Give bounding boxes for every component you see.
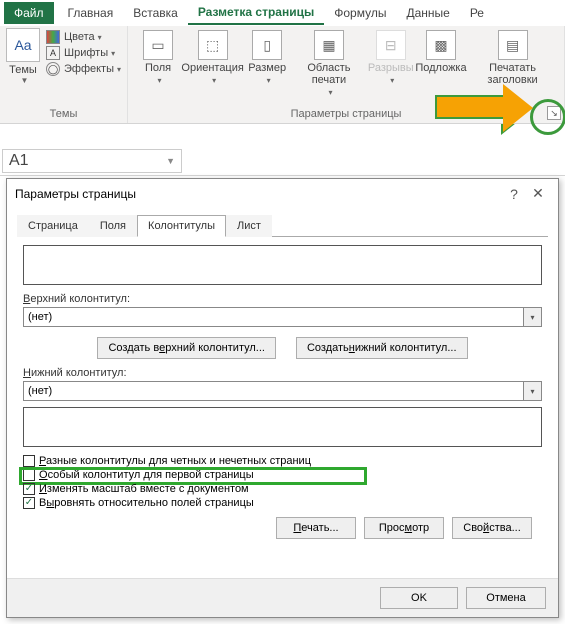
top-header-combo[interactable]: (нет) ▾ xyxy=(23,307,542,327)
tab-sheet[interactable]: Лист xyxy=(226,215,272,237)
ribbon: Aa Темы ▼ Цвета ▾ A Шрифты ▾ ◯ Эффекты xyxy=(0,26,565,124)
tab-header-footer[interactable]: Колонтитулы xyxy=(137,215,226,237)
themes-label: Темы xyxy=(9,64,37,76)
margins-button[interactable]: ▭ Поля ▾ xyxy=(134,28,182,88)
print-area-label: Область печати xyxy=(307,62,350,86)
background-icon: ▩ xyxy=(426,30,456,60)
chevron-down-icon: ▾ xyxy=(111,49,115,58)
properties-button[interactable]: Свойства... xyxy=(452,517,532,539)
chevron-down-icon: ▼ xyxy=(21,76,29,85)
chk-align-margins[interactable]: Выровнять относительно полей страницы xyxy=(23,497,542,509)
checkbox-icon xyxy=(23,497,35,509)
ribbon-tabs: Файл Главная Вставка Разметка страницы Ф… xyxy=(0,0,565,26)
chevron-down-icon: ▼ xyxy=(166,156,175,166)
chk-diff-first-page[interactable]: Особый колонтитул для первой страницы xyxy=(23,469,542,481)
chevron-down-icon: ▾ xyxy=(267,76,271,85)
print-area-button[interactable]: ▦ Область печати ▾ xyxy=(291,28,367,100)
group-themes: Aa Темы ▼ Цвета ▾ A Шрифты ▾ ◯ Эффекты xyxy=(0,26,128,123)
header-preview xyxy=(23,245,542,285)
dialog-titlebar: Параметры страницы ? ✕ xyxy=(7,179,558,208)
tab-file[interactable]: Файл xyxy=(4,2,54,24)
create-top-header-button[interactable]: Создать верхний колонтитул... xyxy=(97,337,275,359)
group-page-setup-label: Параметры страницы xyxy=(134,108,558,123)
effects-icon: ◯ xyxy=(46,62,60,76)
print-titles-icon: ▤ xyxy=(498,30,528,60)
fonts-label: Шрифты xyxy=(64,47,108,59)
breaks-button[interactable]: ⊟ Разрывы ▾ xyxy=(367,28,415,88)
orientation-label: Ориентация xyxy=(181,62,243,74)
dialog-tabs: Страница Поля Колонтитулы Лист xyxy=(7,208,558,236)
cancel-button[interactable]: Отмена xyxy=(466,587,546,609)
chevron-down-icon: ▾ xyxy=(117,65,121,74)
print-button[interactable]: Печать... xyxy=(276,517,356,539)
effects-label: Эффекты xyxy=(64,63,114,75)
margins-label: Поля xyxy=(145,62,171,74)
tab-page-layout[interactable]: Разметка страницы xyxy=(188,1,324,25)
orientation-button[interactable]: ⬚ Ориентация ▾ xyxy=(182,28,243,88)
chevron-down-icon: ▾ xyxy=(98,33,102,42)
checkbox-icon xyxy=(23,455,35,467)
effects-button[interactable]: ◯ Эффекты ▾ xyxy=(46,62,121,76)
top-header-value: (нет) xyxy=(24,311,523,323)
colors-icon xyxy=(46,30,60,44)
fonts-icon: A xyxy=(46,46,60,60)
dialog-content: Верхний колонтитул: (нет) ▾ Создать верх… xyxy=(17,236,548,578)
create-bottom-header-button[interactable]: Создать нижний колонтитул... xyxy=(296,337,468,359)
footer-preview xyxy=(23,407,542,447)
chevron-down-icon[interactable]: ▾ xyxy=(523,308,541,326)
themes-button[interactable]: Aa Темы ▼ xyxy=(6,28,40,85)
close-button[interactable]: ✕ xyxy=(526,185,550,202)
colors-label: Цвета xyxy=(64,31,95,43)
dialog-title: Параметры страницы xyxy=(15,187,136,201)
margins-icon: ▭ xyxy=(143,30,173,60)
colors-button[interactable]: Цвета ▾ xyxy=(46,30,121,44)
themes-icon: Aa xyxy=(6,28,40,62)
preview-button[interactable]: Просмотр xyxy=(364,517,444,539)
chk-diff-odd-even[interactable]: Разные колонтитулы для четных и нечетных… xyxy=(23,455,542,467)
checkbox-icon xyxy=(23,483,35,495)
group-themes-label: Темы xyxy=(6,108,121,123)
print-titles-button[interactable]: ▤ Печатать заголовки xyxy=(467,28,558,88)
tab-formulas[interactable]: Формулы xyxy=(324,2,396,24)
page-setup-dialog: Параметры страницы ? ✕ Страница Поля Кол… xyxy=(6,178,559,618)
tab-review[interactable]: Ре xyxy=(460,2,494,24)
tab-data[interactable]: Данные xyxy=(396,2,459,24)
chevron-down-icon[interactable]: ▾ xyxy=(523,382,541,400)
chk-scale-with-doc[interactable]: Изменять масштаб вместе с документом xyxy=(23,483,542,495)
top-header-label: ерхний колонтитул: xyxy=(30,293,130,305)
chevron-down-icon: ▾ xyxy=(212,76,216,85)
size-button[interactable]: ▯ Размер ▾ xyxy=(243,28,291,88)
breaks-icon: ⊟ xyxy=(376,30,406,60)
ok-button[interactable]: OK xyxy=(380,587,458,609)
dialog-launcher[interactable]: ↘ xyxy=(547,106,561,120)
name-box-value: A1 xyxy=(9,152,29,170)
size-label: Размер xyxy=(248,62,286,74)
tab-page[interactable]: Страница xyxy=(17,215,89,237)
dialog-footer: OK Отмена xyxy=(7,578,558,617)
chevron-down-icon: ▾ xyxy=(390,76,394,85)
chevron-down-icon: ▾ xyxy=(328,88,332,97)
print-area-icon: ▦ xyxy=(314,30,344,60)
fonts-button[interactable]: A Шрифты ▾ xyxy=(46,46,121,60)
background-button[interactable]: ▩ Подложка xyxy=(415,28,467,76)
size-icon: ▯ xyxy=(252,30,282,60)
help-button[interactable]: ? xyxy=(502,186,526,202)
tab-margins[interactable]: Поля xyxy=(89,215,137,237)
chevron-down-icon: ▾ xyxy=(158,76,162,85)
tab-insert[interactable]: Вставка xyxy=(123,2,188,24)
orientation-icon: ⬚ xyxy=(198,30,228,60)
bottom-header-combo[interactable]: (нет) ▾ xyxy=(23,381,542,401)
print-titles-label: Печатать заголовки xyxy=(473,62,552,86)
group-page-setup: ▭ Поля ▾ ⬚ Ориентация ▾ ▯ Размер ▾ ▦ Област… xyxy=(128,26,565,123)
checkbox-icon xyxy=(23,469,35,481)
name-box[interactable]: A1 ▼ xyxy=(2,149,182,173)
tab-home[interactable]: Главная xyxy=(58,2,124,24)
bottom-header-value: (нет) xyxy=(24,385,523,397)
background-label: Подложка xyxy=(415,62,466,74)
formula-bar-row: A1 ▼ xyxy=(0,146,565,176)
breaks-label: Разрывы xyxy=(368,62,414,74)
bottom-header-label: ижний колонтитул: xyxy=(31,367,127,379)
